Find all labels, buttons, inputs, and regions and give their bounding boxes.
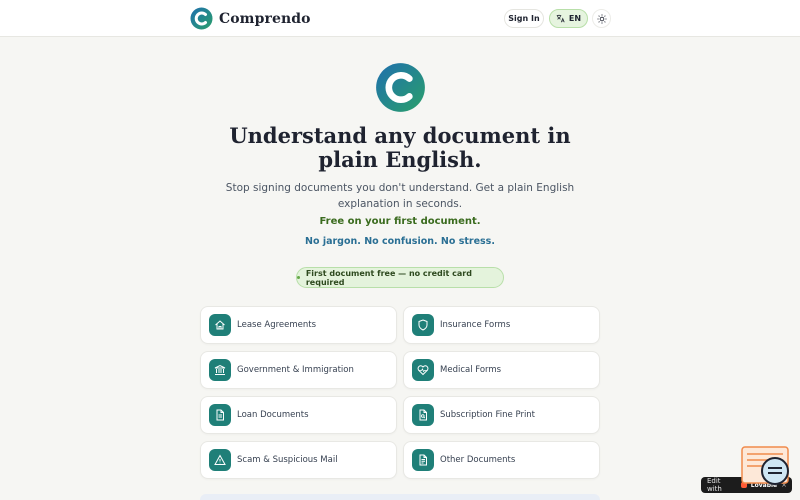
heart-pulse-icon xyxy=(412,359,434,381)
free-document-badge: First document free — no credit card req… xyxy=(296,267,504,288)
sun-icon xyxy=(596,13,607,24)
warning-icon xyxy=(209,449,231,471)
category-label: Medical Forms xyxy=(440,365,502,375)
dot-icon xyxy=(297,276,300,279)
edit-badge-text: Edit with xyxy=(707,477,722,493)
category-card-loan[interactable]: Loan Documents xyxy=(200,396,397,434)
category-label: Other Documents xyxy=(440,455,516,465)
logo-link[interactable]: Comprendo xyxy=(190,7,311,30)
category-card-medical[interactable]: Medical Forms xyxy=(403,351,600,389)
category-card-government[interactable]: Government & Immigration xyxy=(200,351,397,389)
translate-icon xyxy=(556,14,565,23)
theme-toggle-button[interactable] xyxy=(592,9,611,28)
category-card-scam[interactable]: Scam & Suspicious Mail xyxy=(200,441,397,479)
category-label: Insurance Forms xyxy=(440,320,511,330)
language-label: EN xyxy=(568,14,582,23)
document-lines-icon xyxy=(412,449,434,471)
sign-in-button[interactable]: Sign In xyxy=(504,9,544,28)
document-search-icon xyxy=(412,404,434,426)
brand-name: Comprendo xyxy=(219,10,311,27)
category-label: Subscription Fine Print xyxy=(440,410,536,420)
category-card-subscription[interactable]: Subscription Fine Print xyxy=(403,396,600,434)
house-icon xyxy=(209,314,231,336)
language-button[interactable]: EN xyxy=(549,9,588,28)
category-card-other[interactable]: Other Documents xyxy=(403,441,600,479)
landmark-icon xyxy=(209,359,231,381)
category-card-insurance[interactable]: Insurance Forms xyxy=(403,306,600,344)
comprendo-logo-icon xyxy=(190,7,213,30)
top-navbar: Comprendo Sign In EN xyxy=(0,0,800,37)
tagline: No jargon. No confusion. No stress. xyxy=(305,236,495,247)
next-section-edge xyxy=(200,494,600,500)
category-card-lease[interactable]: Lease Agreements xyxy=(200,306,397,344)
document-icon xyxy=(209,404,231,426)
chat-widget-icon[interactable] xyxy=(741,446,790,486)
hero-logo-icon xyxy=(376,63,425,112)
category-label: Government & Immigration xyxy=(237,365,354,375)
category-label: Lease Agreements xyxy=(237,320,317,330)
category-label: Scam & Suspicious Mail xyxy=(237,455,338,465)
free-offer-text: Free on your first document. xyxy=(319,216,481,227)
hero-title: Understand any document in plain English… xyxy=(229,123,571,172)
hero-subtitle: Stop signing documents you don't underst… xyxy=(225,182,575,210)
shield-icon xyxy=(412,314,434,336)
badge-text: First document free — no credit card req… xyxy=(305,268,472,287)
category-label: Loan Documents xyxy=(237,410,309,420)
